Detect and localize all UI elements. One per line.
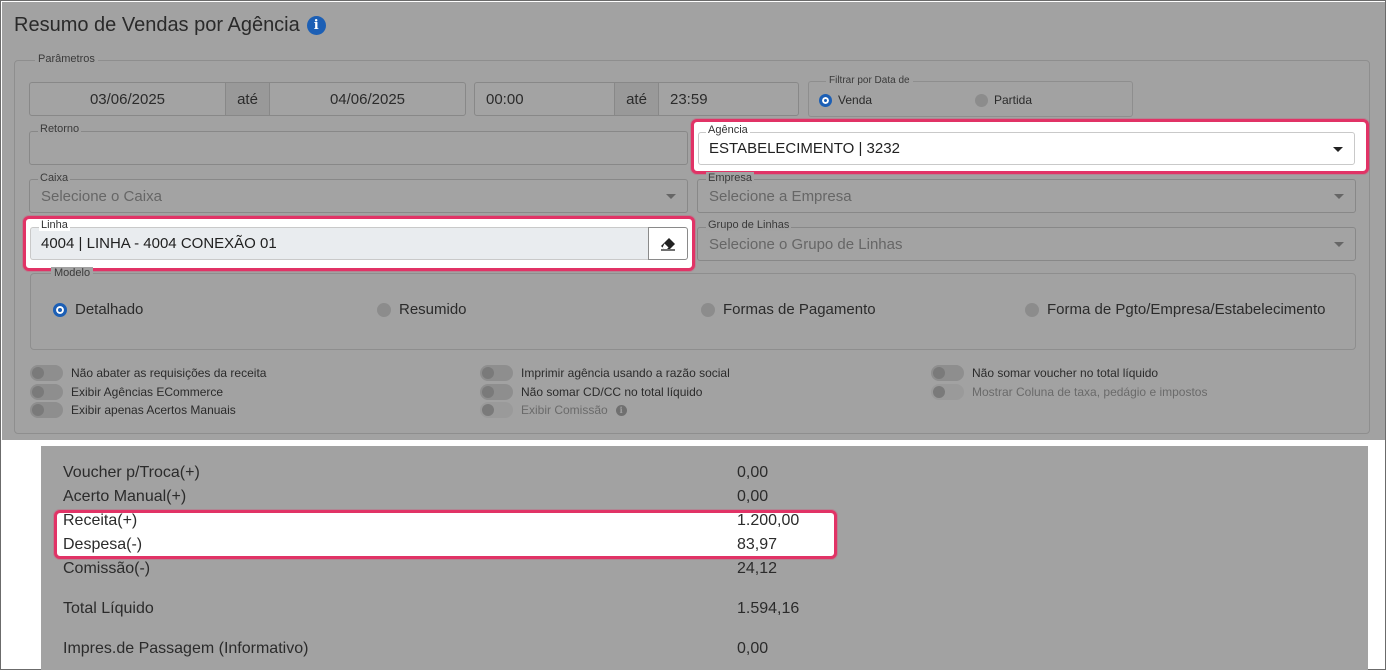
toggle-nao-somar-voucher[interactable]: Não somar voucher no total líquido bbox=[931, 365, 1158, 381]
radio-unselected-icon[interactable] bbox=[377, 302, 391, 317]
modelo-legend: Modelo bbox=[51, 267, 94, 279]
toggle-nao-abater-requisicoes[interactable]: Não abater as requisições da receita bbox=[30, 365, 266, 381]
info-icon[interactable]: i bbox=[615, 404, 627, 416]
agencia-label: Agência bbox=[706, 124, 750, 136]
resumo-value: 24,12 bbox=[737, 560, 778, 577]
resumo-label: Despesa(-) bbox=[63, 536, 143, 553]
grupo-linhas-label: Grupo de Linhas bbox=[706, 219, 792, 231]
hora-fim-input[interactable]: 23:59 bbox=[658, 82, 799, 116]
retorno-label: Retorno bbox=[38, 123, 82, 135]
toggle-switch[interactable] bbox=[480, 402, 513, 418]
resumo-value: 83,97 bbox=[737, 536, 778, 553]
resumo-value: 0,00 bbox=[737, 464, 769, 481]
toggle-switch[interactable] bbox=[931, 384, 964, 400]
toggle-imprimir-razao-social[interactable]: Imprimir agência usando a razão social bbox=[480, 365, 730, 381]
radio-partida[interactable]: Partida bbox=[975, 93, 1032, 107]
data-ate-label: até bbox=[225, 82, 270, 116]
agencia-select[interactable]: ESTABELECIMENTO | 3232 bbox=[698, 132, 1355, 165]
toggle-switch[interactable] bbox=[30, 402, 63, 418]
radio-selected-icon[interactable] bbox=[819, 93, 832, 107]
resumo-label: Acerto Manual(+) bbox=[63, 488, 187, 505]
linha-input[interactable]: 4004 | LINHA - 4004 CONEXÃO 01 bbox=[30, 227, 649, 260]
caixa-label: Caixa bbox=[38, 172, 71, 184]
hora-ate-label: até bbox=[614, 82, 659, 116]
clear-linha-button[interactable] bbox=[648, 227, 688, 260]
resumo-label: Receita(+) bbox=[63, 512, 138, 529]
parametros-legend: Parâmetros bbox=[35, 53, 98, 65]
toggle-nao-somar-cd-cc[interactable]: Não somar CD/CC no total líquido bbox=[480, 384, 702, 400]
page-title: Resumo de Vendas por Agência i bbox=[14, 14, 326, 37]
modelo-forma-pgto-empresa[interactable]: Forma de Pgto/Empresa/Estabelecimento bbox=[1025, 301, 1325, 318]
linha-label: Linha bbox=[39, 219, 70, 231]
resumo-label: Total Líquido bbox=[63, 600, 154, 617]
data-inicio-input[interactable]: 03/06/2025 bbox=[29, 82, 226, 116]
modelo-detalhado[interactable]: Detalhado bbox=[53, 301, 143, 318]
radio-venda[interactable]: Venda bbox=[819, 93, 872, 107]
radio-unselected-icon[interactable] bbox=[975, 93, 988, 107]
radio-unselected-icon[interactable] bbox=[701, 302, 715, 317]
empresa-label: Empresa bbox=[706, 172, 755, 184]
data-fim-input[interactable]: 04/06/2025 bbox=[269, 82, 466, 116]
toggle-mostrar-coluna-taxa[interactable]: Mostrar Coluna de taxa, pedágio e impost… bbox=[931, 384, 1207, 400]
retorno-input[interactable] bbox=[29, 131, 688, 165]
radio-unselected-icon[interactable] bbox=[1025, 302, 1039, 317]
receita-despesa-highlight bbox=[54, 510, 837, 559]
toggle-switch[interactable] bbox=[480, 384, 513, 400]
chevron-down-icon[interactable] bbox=[1334, 194, 1344, 199]
resumo-label: Comissão(-) bbox=[63, 560, 151, 577]
grupo-linhas-select[interactable]: Selecione o Grupo de Linhas bbox=[697, 227, 1356, 261]
toggle-switch[interactable] bbox=[30, 384, 63, 400]
modelo-formas-pagamento[interactable]: Formas de Pagamento bbox=[701, 301, 876, 318]
eraser-icon bbox=[661, 237, 675, 251]
radio-selected-icon[interactable] bbox=[53, 302, 67, 317]
resumo-value: 0,00 bbox=[737, 488, 769, 505]
resumo-value: 1.200,00 bbox=[737, 512, 800, 529]
resumo-label: Voucher p/Troca(+) bbox=[63, 464, 200, 481]
info-icon[interactable]: i bbox=[306, 16, 326, 35]
resumo-label: Impres.de Passagem (Informativo) bbox=[63, 640, 309, 657]
chevron-down-icon[interactable] bbox=[666, 194, 676, 199]
resumo-value: 0,00 bbox=[737, 640, 769, 657]
toggle-exibir-agencias-ecommerce[interactable]: Exibir Agências ECommerce bbox=[30, 384, 223, 400]
hora-inicio-input[interactable]: 00:00 bbox=[474, 82, 615, 116]
modelo-resumido[interactable]: Resumido bbox=[377, 301, 467, 318]
toggle-switch[interactable] bbox=[931, 365, 964, 381]
chevron-down-icon[interactable] bbox=[1333, 146, 1343, 152]
screenshot-frame: Resumo de Vendas por Agência i Parâmetro… bbox=[0, 0, 1386, 670]
toggle-exibir-acertos-manuais[interactable]: Exibir apenas Acertos Manuais bbox=[30, 402, 236, 418]
caixa-select[interactable]: Selecione o Caixa bbox=[29, 179, 688, 213]
toggle-switch[interactable] bbox=[30, 365, 63, 381]
filtro-data-legend: Filtrar por Data de bbox=[826, 75, 913, 86]
toggle-switch[interactable] bbox=[480, 365, 513, 381]
empresa-select[interactable]: Selecione a Empresa bbox=[697, 179, 1356, 213]
chevron-down-icon[interactable] bbox=[1334, 242, 1344, 247]
toggle-exibir-comissao[interactable]: Exibir Comissão i bbox=[480, 402, 627, 418]
resumo-value: 1.594,16 bbox=[737, 600, 800, 617]
